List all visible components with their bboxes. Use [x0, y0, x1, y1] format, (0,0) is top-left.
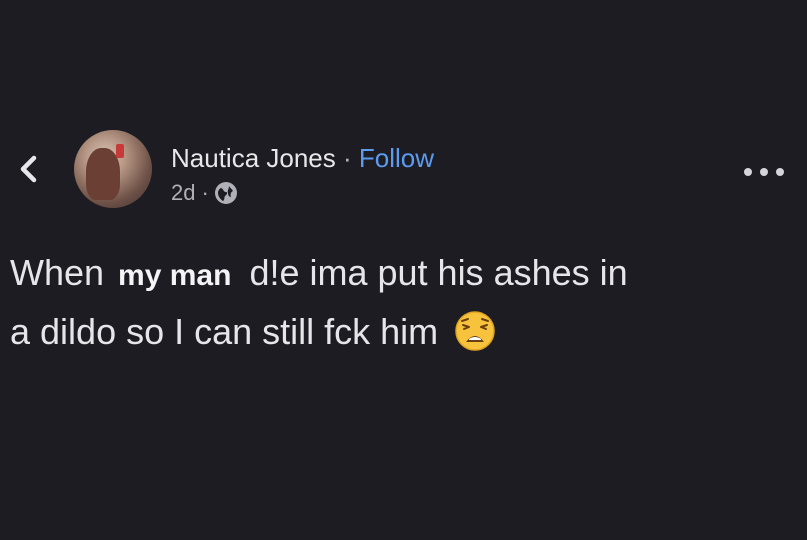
post-text-line-1: When my man d!e ima put his ashes in	[10, 245, 790, 304]
avatar-figure	[86, 148, 120, 200]
weary-face-emoji-icon	[455, 311, 495, 351]
post-text-line-1-end: d!e ima put his ashes in	[249, 252, 628, 293]
follow-button[interactable]: Follow	[359, 143, 434, 173]
more-options-dot	[760, 168, 768, 176]
post-card: Nautica Jones · Follow 2d · When my man d!…	[0, 0, 807, 540]
globe-icon	[214, 182, 237, 204]
more-options-button[interactable]	[744, 160, 784, 184]
author-name[interactable]: Nautica Jones	[171, 143, 336, 173]
post-text-line-2: a dildo so I can still fck him	[10, 304, 790, 360]
back-button[interactable]	[12, 150, 44, 188]
name-separator: ·	[343, 143, 352, 173]
post-text: When my man d!e ima put his ashes in a dil…	[10, 245, 790, 360]
post-text-line-2-content: a dildo so I can still fck him	[10, 311, 439, 352]
post-meta: 2d ·	[171, 180, 237, 206]
post-text-start: When	[10, 252, 105, 293]
more-options-dot	[776, 168, 784, 176]
chevron-left-icon	[20, 155, 37, 183]
post-header: Nautica Jones · Follow	[171, 141, 434, 175]
avatar-phone	[116, 144, 124, 158]
overlay-text: my man	[118, 259, 232, 292]
post-timestamp[interactable]: 2d	[171, 180, 195, 206]
meta-separator: ·	[201, 180, 209, 205]
more-options-icon	[744, 168, 752, 176]
avatar[interactable]	[74, 130, 152, 208]
